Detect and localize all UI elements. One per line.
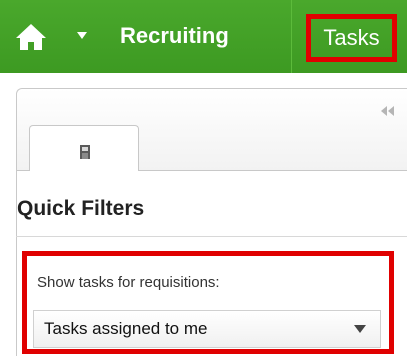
tab-gap bbox=[30, 170, 138, 171]
top-navigation-bar: Recruiting Tasks bbox=[0, 0, 407, 73]
user-icon bbox=[78, 145, 92, 159]
filter-label: Show tasks for requisitions: bbox=[37, 274, 220, 291]
nav-item-tasks[interactable]: Tasks bbox=[306, 14, 397, 62]
quick-filters-title: Quick Filters bbox=[17, 197, 145, 220]
home-icon[interactable] bbox=[14, 22, 48, 52]
chevron-down-icon[interactable] bbox=[77, 32, 87, 39]
filter-highlight-box: Show tasks for requisitions: Tasks assig… bbox=[22, 251, 394, 354]
double-chevron-left-icon[interactable] bbox=[381, 103, 395, 116]
panel-header bbox=[17, 89, 407, 171]
chevron-down-icon[interactable] bbox=[354, 325, 366, 333]
requisition-filter-select[interactable]: Tasks assigned to me bbox=[33, 310, 381, 348]
nav-item-recruiting[interactable]: Recruiting bbox=[120, 20, 255, 52]
panel-tab[interactable] bbox=[29, 125, 139, 171]
nav-divider bbox=[291, 0, 292, 73]
title-divider bbox=[16, 236, 407, 237]
select-value: Tasks assigned to me bbox=[44, 319, 208, 338]
